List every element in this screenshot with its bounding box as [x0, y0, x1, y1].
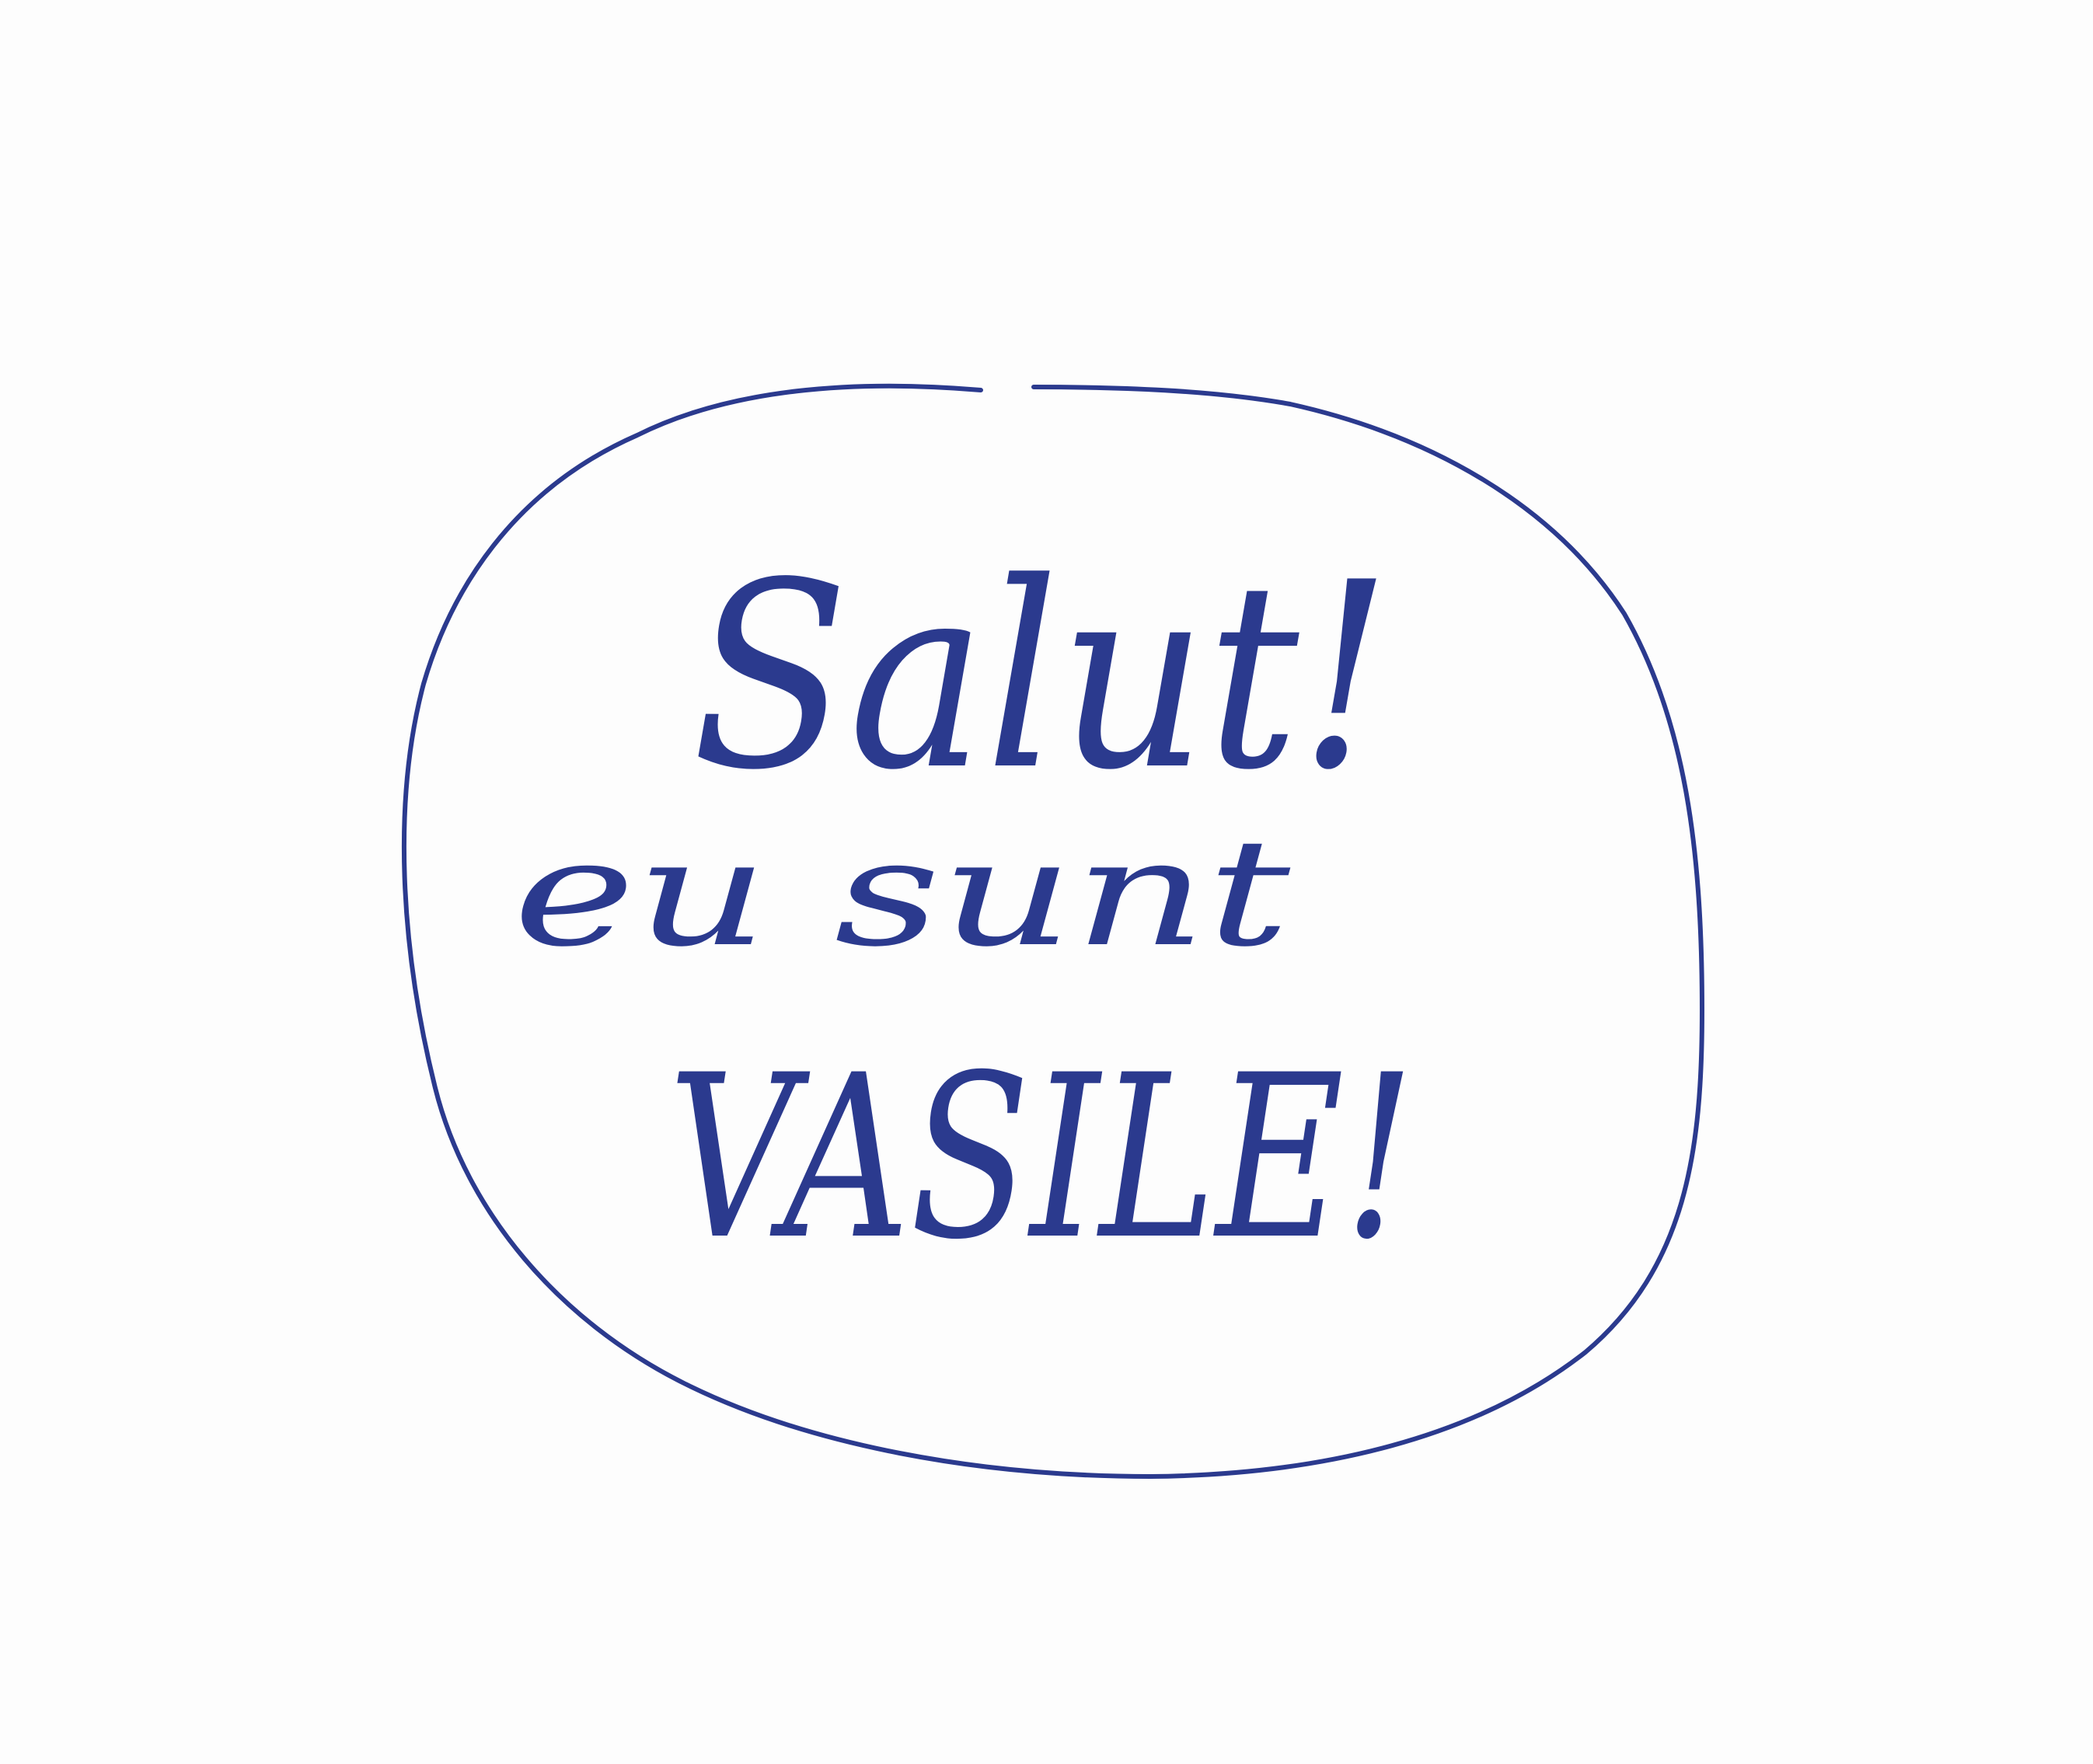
intro-text: eu sunt: [513, 807, 1291, 979]
drawing-layer: Salut! eu sunt VASILE!: [401, 383, 1704, 1479]
name-text: VASILE!: [668, 1027, 1415, 1289]
whiteboard-canvas: Salut! eu sunt VASILE!: [0, 0, 2093, 1764]
greeting-text: Salut!: [692, 528, 1391, 826]
